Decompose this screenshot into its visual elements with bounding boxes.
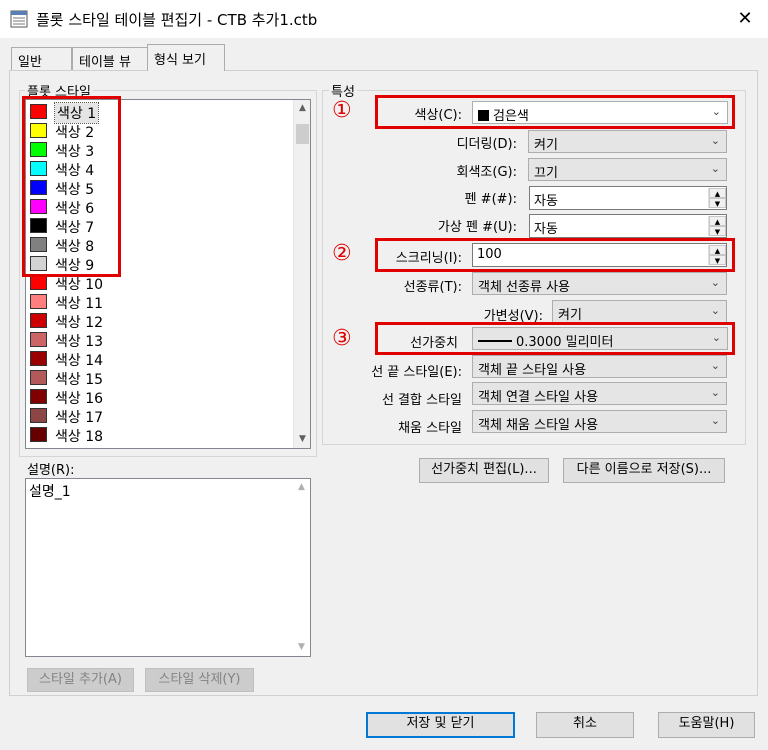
color-swatch xyxy=(30,370,47,385)
chevron-down-icon: ⌄ xyxy=(710,162,720,175)
app-icon xyxy=(10,10,28,28)
line-join-value: 객체 연결 스타일 사용 xyxy=(478,390,599,405)
pen-value: 자동 xyxy=(534,194,558,209)
fill-dropdown[interactable]: 객체 채움 스타일 사용 ⌄ xyxy=(472,410,727,433)
list-item[interactable]: 색상 16 xyxy=(28,387,286,407)
scroll-up-icon: ▲ xyxy=(298,482,305,492)
window-title: 플롯 스타일 테이블 편집기 - CTB 추가1.ctb xyxy=(36,11,318,29)
line-join-dropdown[interactable]: 객체 연결 스타일 사용 ⌄ xyxy=(472,382,727,405)
help-button[interactable]: 도움말(H) xyxy=(658,712,755,738)
grayscale-dropdown[interactable]: 끄기 ⌄ xyxy=(528,158,727,181)
save-and-close-button[interactable]: 저장 및 닫기 xyxy=(366,712,515,738)
spin-up-icon[interactable]: ▲ xyxy=(709,188,726,198)
marker-3: ③ xyxy=(332,326,352,351)
virtual-pen-value: 자동 xyxy=(534,222,558,237)
highlight-box-color xyxy=(375,95,735,129)
highlight-box-lineweight xyxy=(375,322,735,355)
list-item-label: 색상 14 xyxy=(55,353,104,369)
list-scrollbar[interactable]: ▲ ▼ xyxy=(293,100,310,448)
tab-table-view[interactable]: 테이블 뷰 xyxy=(72,47,148,70)
line-end-value: 객체 끝 스타일 사용 xyxy=(478,363,587,378)
color-swatch xyxy=(30,332,47,347)
chevron-down-icon: ⌄ xyxy=(710,386,720,399)
linetype-value: 객체 선종류 사용 xyxy=(478,280,570,295)
scroll-down-icon[interactable]: ▼ xyxy=(294,431,310,448)
tab-form-view[interactable]: 형식 보기 xyxy=(147,44,225,71)
chevron-down-icon: ⌄ xyxy=(710,276,720,289)
delete-style-button[interactable]: 스타일 삭제(Y) xyxy=(145,668,254,692)
description-label: 설명(R): xyxy=(27,463,75,478)
highlight-box-screening xyxy=(375,238,735,272)
list-item[interactable]: 색상 11 xyxy=(28,292,286,312)
adaptive-dropdown[interactable]: 켜기 ⌄ xyxy=(552,300,727,323)
list-item-label: 색상 17 xyxy=(55,410,104,426)
list-item-label: 색상 13 xyxy=(55,334,104,350)
scroll-up-icon[interactable]: ▲ xyxy=(294,100,310,117)
description-field[interactable]: 설명_1 ▲ ▼ xyxy=(25,478,311,657)
linetype-label: 선종류(T): xyxy=(403,280,462,295)
add-style-button[interactable]: 스타일 추가(A) xyxy=(27,668,134,692)
fill-label: 채움 스타일 xyxy=(398,421,462,436)
tab-general[interactable]: 일반 xyxy=(11,47,72,70)
list-item-label: 색상 16 xyxy=(55,391,104,407)
linetype-dropdown[interactable]: 객체 선종류 사용 ⌄ xyxy=(472,272,727,295)
grayscale-value: 끄기 xyxy=(534,166,558,181)
save-as-button[interactable]: 다른 이름으로 저장(S)... xyxy=(563,458,725,483)
dither-label: 디더링(D): xyxy=(456,137,517,152)
list-item[interactable]: 색상 18 xyxy=(28,425,286,445)
adaptive-value: 켜기 xyxy=(558,308,582,323)
line-end-label: 선 끝 스타일(E): xyxy=(371,365,462,380)
pen-spinner[interactable]: 자동 ▲ ▼ xyxy=(529,186,727,210)
scroll-thumb[interactable] xyxy=(296,124,309,144)
list-item[interactable]: 색상 14 xyxy=(28,349,286,369)
list-item[interactable]: 색상 12 xyxy=(28,311,286,331)
dither-dropdown[interactable]: 켜기 ⌄ xyxy=(528,130,727,153)
description-value: 설명_1 xyxy=(29,484,71,500)
color-swatch xyxy=(30,389,47,404)
chevron-down-icon: ⌄ xyxy=(710,304,720,317)
scroll-down-icon: ▼ xyxy=(298,642,305,652)
pen-label: 펜 #(#): xyxy=(464,192,517,207)
list-item-label: 색상 18 xyxy=(55,429,104,445)
list-item-label: 색상 10 xyxy=(55,277,104,293)
list-item-label: 색상 12 xyxy=(55,315,104,331)
highlight-box-styles xyxy=(22,96,121,277)
marker-1: ① xyxy=(332,98,352,123)
color-swatch xyxy=(30,313,47,328)
color-swatch xyxy=(30,427,47,442)
edit-lineweights-button[interactable]: 선가중치 편집(L)... xyxy=(419,458,549,483)
color-swatch xyxy=(30,275,47,290)
color-swatch xyxy=(30,294,47,309)
close-icon[interactable]: ✕ xyxy=(734,8,756,30)
fill-value: 객체 채움 스타일 사용 xyxy=(478,418,599,433)
list-item-label: 색상 15 xyxy=(55,372,104,388)
dither-value: 켜기 xyxy=(534,138,558,153)
virtual-pen-spinner[interactable]: 자동 ▲ ▼ xyxy=(529,214,727,238)
chevron-down-icon: ⌄ xyxy=(710,359,720,372)
grayscale-label: 회색조(G): xyxy=(456,165,517,180)
line-join-label: 선 결합 스타일 xyxy=(381,393,462,408)
list-item[interactable]: 색상 13 xyxy=(28,330,286,350)
list-item[interactable]: 색상 15 xyxy=(28,368,286,388)
marker-2: ② xyxy=(332,241,352,266)
chevron-down-icon: ⌄ xyxy=(710,134,720,147)
list-item[interactable]: 색상 17 xyxy=(28,406,286,426)
color-swatch xyxy=(30,408,47,423)
description-scrollbar[interactable]: ▲ ▼ xyxy=(293,479,310,656)
spin-up-icon[interactable]: ▲ xyxy=(709,216,726,226)
cancel-button[interactable]: 취소 xyxy=(536,712,634,738)
color-swatch xyxy=(30,351,47,366)
virtual-pen-label: 가상 펜 #(U): xyxy=(437,220,517,235)
spin-down-icon[interactable]: ▼ xyxy=(709,226,726,236)
spin-down-icon[interactable]: ▼ xyxy=(709,198,726,208)
list-item-label: 색상 11 xyxy=(55,296,104,312)
chevron-down-icon: ⌄ xyxy=(710,414,720,427)
line-end-dropdown[interactable]: 객체 끝 스타일 사용 ⌄ xyxy=(472,355,727,378)
